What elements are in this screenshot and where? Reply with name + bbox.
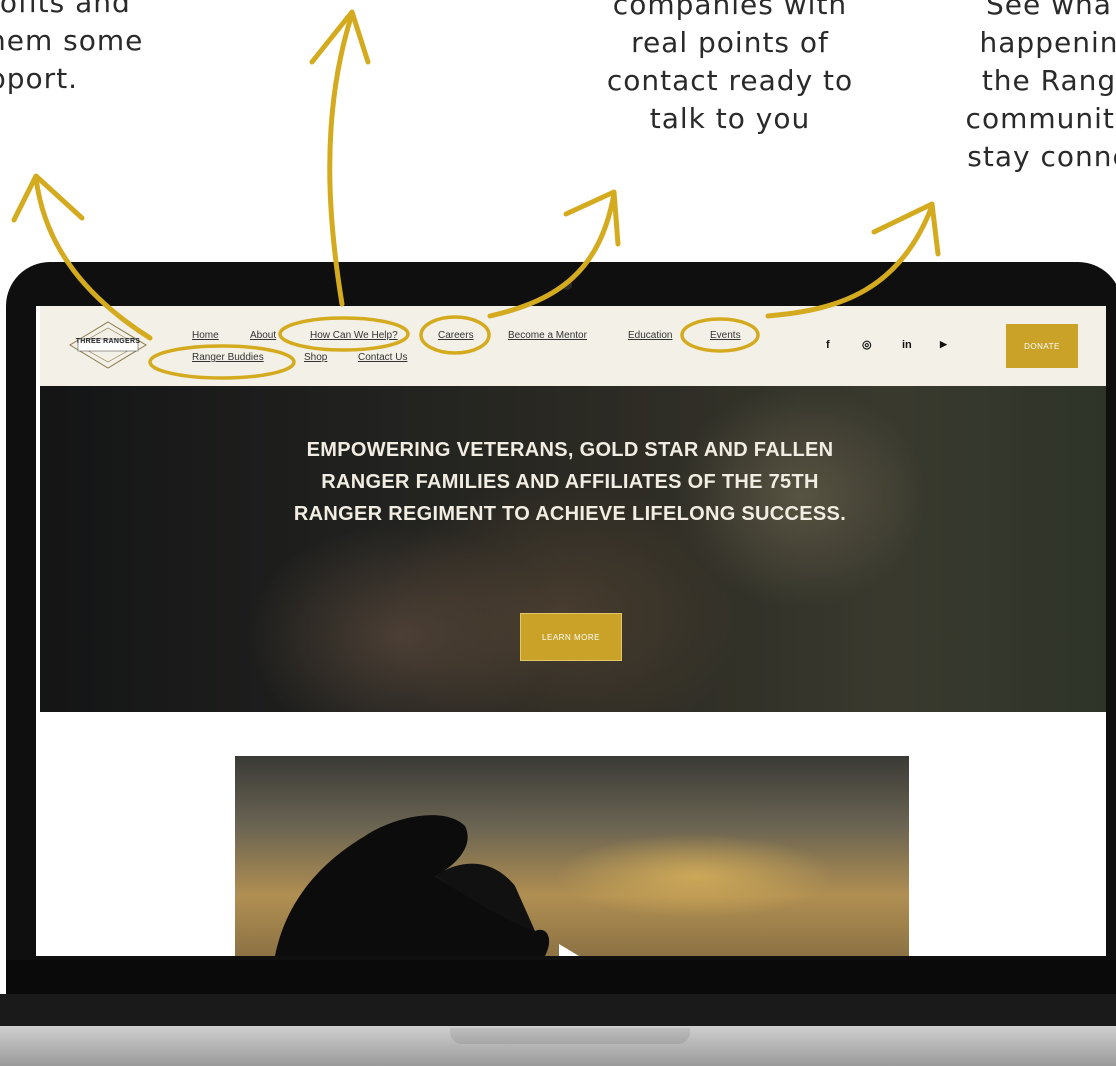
silhouette-image [275,815,550,956]
youtube-icon[interactable]: ▶ [940,339,947,350]
laptop-hinge [0,994,1116,1026]
site-logo[interactable]: THREE RANGERS [68,320,148,370]
webcam-icon [562,280,572,290]
laptop-frame: THREE RANGERS Home About How Can We Help… [6,262,1116,1032]
donate-button[interactable]: DONATE [1006,324,1078,368]
annotation-line: See wha [986,0,1112,21]
nav-become-a-mentor[interactable]: Become a Mentor [508,330,587,341]
nav-ranger-buddies[interactable]: Ranger Buddies [192,352,264,363]
hero-banner: EMPOWERING VETERANS, GOLD STAR AND FALLE… [40,386,1106,712]
nav-education[interactable]: Education [628,330,672,341]
nav-about[interactable]: About [250,330,276,341]
facebook-icon[interactable]: f [826,339,830,351]
video-player[interactable] [235,756,909,956]
annotation-line: the Rang [981,64,1116,97]
annotation-line: community [965,102,1116,135]
linkedin-icon[interactable]: in [902,339,912,351]
site-header: THREE RANGERS Home About How Can We Help… [40,306,1106,386]
logo-text: THREE RANGERS [75,338,141,345]
annotation-line: pport. [0,62,79,95]
nav-shop[interactable]: Shop [304,352,327,363]
annotation-line: talk to you [649,102,811,135]
laptop-notch [450,1028,690,1044]
annotation-line: stay conne [967,140,1116,173]
annotation-line: happenin [979,26,1116,59]
play-icon[interactable] [559,944,579,956]
laptop-screen: THREE RANGERS Home About How Can We Help… [36,306,1106,956]
learn-more-button[interactable]: LEARN MORE [520,613,622,661]
nav-careers[interactable]: Careers [438,330,474,341]
instagram-icon[interactable]: ◎ [862,338,872,351]
annotation-line: real points of [631,26,829,59]
nav-contact-us[interactable]: Contact Us [358,352,407,363]
nav-home[interactable]: Home [192,330,219,341]
annotation-right: See wha happenin the Rang community stay… [934,0,1116,176]
annotation-left: rofits and hem some pport. [0,0,143,98]
annotation-line: rofits and [0,0,131,19]
arrow-up [327,11,355,307]
nav-events[interactable]: Events [710,330,741,341]
annotation-line: companies with [612,0,848,21]
screen-bezel-bottom [6,960,1116,994]
annotation-middle: companies with real points of contact re… [588,0,872,138]
annotation-line: contact ready to [606,64,854,97]
nav-how-can-we-help[interactable]: How Can We Help? [310,330,398,341]
hero-heading: EMPOWERING VETERANS, GOLD STAR AND FALLE… [293,439,847,525]
annotation-line: hem some [0,24,144,57]
logo-diamond-icon [69,321,147,369]
